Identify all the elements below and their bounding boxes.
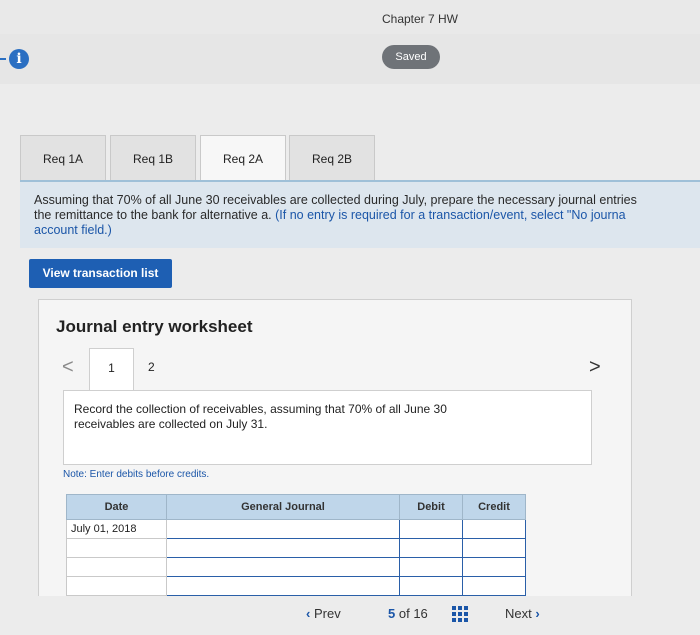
table-row (66, 557, 526, 577)
footer-bar (0, 596, 700, 635)
saved-status-badge: Saved (382, 45, 440, 69)
chevron-right-small-icon: › (535, 606, 540, 621)
tab-req-2b[interactable]: Req 2B (289, 135, 375, 181)
top-bar: Chapter 7 HW (0, 0, 700, 34)
credit-input[interactable] (462, 557, 526, 577)
info-icon[interactable]: i (9, 49, 29, 69)
credit-input[interactable] (462, 576, 526, 596)
page-indicator: 5 of 16 (388, 606, 428, 621)
chevron-left-small-icon: ‹ (306, 606, 311, 621)
instructions-box: Assuming that 70% of all June 30 receiva… (20, 182, 700, 248)
info-rule (0, 58, 6, 60)
table-row (66, 538, 526, 558)
worksheet-title: Journal entry worksheet (56, 317, 253, 336)
tab-req-1a[interactable]: Req 1A (20, 135, 106, 181)
col-header-date: Date (66, 494, 167, 520)
journal-entry-table: Date General Journal Debit Credit July 0… (66, 494, 526, 596)
debit-credit-note: Note: Enter debits before credits. (63, 469, 210, 480)
col-header-credit: Credit (462, 494, 526, 520)
debit-input[interactable] (399, 576, 463, 596)
table-header-row: Date General Journal Debit Credit (66, 494, 526, 520)
tab-req-2a[interactable]: Req 2A (200, 135, 286, 183)
transaction-description: Record the collection of receivables, as… (63, 390, 592, 465)
description-line-1: Record the collection of receivables, as… (74, 402, 447, 416)
page-total: of 16 (398, 606, 428, 621)
account-select[interactable] (166, 576, 400, 596)
worksheet-page-1[interactable]: 1 (89, 348, 134, 391)
debit-input[interactable] (399, 519, 463, 539)
current-page: 5 (388, 606, 396, 621)
chevron-left-icon[interactable]: < (62, 356, 74, 379)
tab-req-1b[interactable]: Req 1B (110, 135, 196, 181)
account-select[interactable] (166, 538, 400, 558)
next-button[interactable]: Next › (505, 606, 540, 621)
worksheet-page-2[interactable]: 2 (148, 360, 155, 374)
date-cell: July 01, 2018 (66, 519, 167, 539)
view-transaction-list-button[interactable]: View transaction list (29, 259, 172, 288)
instructions-plain: the remittance to the bank for alternati… (34, 208, 272, 222)
date-cell (66, 538, 167, 558)
chapter-title: Chapter 7 HW (381, 12, 459, 26)
date-cell (66, 557, 167, 577)
prev-label: Prev (313, 606, 341, 621)
grid-icon[interactable] (452, 606, 468, 622)
instructions-line-1: Assuming that 70% of all June 30 receiva… (34, 193, 637, 207)
credit-input[interactable] (462, 519, 526, 539)
table-row: July 01, 2018 (66, 519, 526, 539)
instructions-highlight: (If no entry is required for a transacti… (275, 208, 626, 222)
debit-input[interactable] (399, 557, 463, 577)
next-label: Next (505, 606, 532, 621)
col-header-general-journal: General Journal (166, 494, 400, 520)
description-line-2: receivables are collected on July 31. (74, 417, 268, 431)
date-cell (66, 576, 167, 596)
table-row (66, 576, 526, 596)
debit-input[interactable] (399, 538, 463, 558)
chevron-right-icon[interactable]: > (589, 356, 601, 379)
credit-input[interactable] (462, 538, 526, 558)
account-select[interactable] (166, 557, 400, 577)
col-header-debit: Debit (399, 494, 463, 520)
prev-button[interactable]: ‹ Prev (306, 606, 341, 621)
instructions-line-2: the remittance to the bank for alternati… (34, 208, 700, 223)
account-select[interactable] (166, 519, 400, 539)
instructions-line-3: account field.) (34, 223, 112, 237)
